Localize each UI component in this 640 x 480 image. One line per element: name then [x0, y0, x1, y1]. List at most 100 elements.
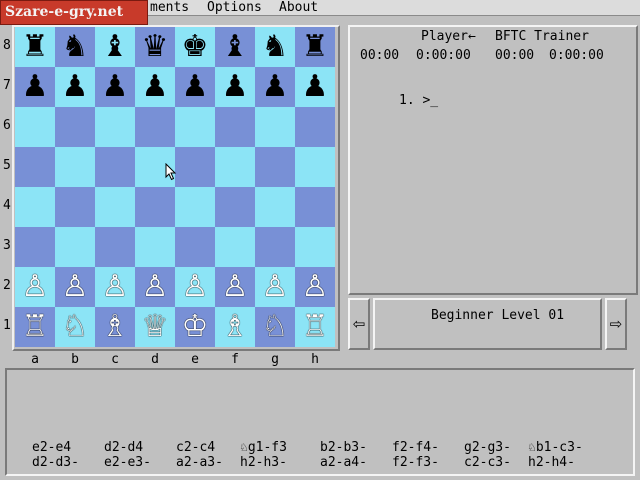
suggested-move[interactable]: e2-e4	[32, 440, 71, 455]
square-b8[interactable]: ♞	[55, 27, 95, 67]
square-c7[interactable]: ♟	[95, 67, 135, 107]
square-h6[interactable]	[295, 107, 335, 147]
square-g5[interactable]	[255, 147, 295, 187]
suggested-move[interactable]: ♘g1-f3	[240, 440, 287, 455]
square-e3[interactable]	[175, 227, 215, 267]
suggested-move[interactable]: ♘b1-c3-	[528, 440, 583, 455]
square-a3[interactable]	[15, 227, 55, 267]
square-a8[interactable]: ♜	[15, 27, 55, 67]
game-info-panel: Player← BFTC Trainer 00:00 0:00:00 00:00…	[348, 25, 638, 295]
square-f4[interactable]	[215, 187, 255, 227]
square-f8[interactable]: ♝	[215, 27, 255, 67]
suggested-move[interactable]: f2-f3-	[392, 455, 439, 470]
square-h1[interactable]: ♖	[295, 307, 335, 347]
opponent-label: BFTC Trainer	[495, 29, 589, 44]
next-level-button[interactable]: ⇨	[605, 298, 627, 350]
square-e7[interactable]: ♟	[175, 67, 215, 107]
square-g2[interactable]: ♙	[255, 267, 295, 307]
suggested-move[interactable]: a2-a3-	[176, 455, 223, 470]
square-f2[interactable]: ♙	[215, 267, 255, 307]
move-input-prompt[interactable]: 1. >_	[399, 93, 438, 108]
suggested-move[interactable]: a2-a4-	[320, 455, 367, 470]
square-f1[interactable]: ♗	[215, 307, 255, 347]
level-label: Beginner Level 01	[431, 308, 565, 323]
prev-level-button[interactable]: ⇦	[348, 298, 370, 350]
menu-about[interactable]: About	[279, 0, 318, 16]
suggested-move[interactable]: b2-b3-	[320, 440, 367, 455]
square-f5[interactable]	[215, 147, 255, 187]
square-h8[interactable]: ♜	[295, 27, 335, 67]
player-clock-a: 00:00	[360, 48, 400, 63]
square-b6[interactable]	[55, 107, 95, 147]
square-e6[interactable]	[175, 107, 215, 147]
square-f3[interactable]	[215, 227, 255, 267]
suggested-move[interactable]: c2-c4	[176, 440, 215, 455]
square-e2[interactable]: ♙	[175, 267, 215, 307]
suggested-move[interactable]: h2-h3-	[240, 455, 287, 470]
level-panel: Beginner Level 01	[373, 298, 602, 350]
square-a5[interactable]	[15, 147, 55, 187]
square-b4[interactable]	[55, 187, 95, 227]
square-b7[interactable]: ♟	[55, 67, 95, 107]
square-b3[interactable]	[55, 227, 95, 267]
square-g4[interactable]	[255, 187, 295, 227]
square-a2[interactable]: ♙	[15, 267, 55, 307]
suggested-move[interactable]: c2-c3-	[464, 455, 511, 470]
file-label: f	[231, 352, 239, 367]
square-a6[interactable]	[15, 107, 55, 147]
square-d6[interactable]	[135, 107, 175, 147]
square-b5[interactable]	[55, 147, 95, 187]
square-b2[interactable]: ♙	[55, 267, 95, 307]
menu-options[interactable]: Options	[207, 0, 262, 16]
square-h2[interactable]: ♙	[295, 267, 335, 307]
square-g7[interactable]: ♟	[255, 67, 295, 107]
suggested-move[interactable]: h2-h4-	[528, 455, 575, 470]
rank-label: 8	[3, 38, 11, 53]
file-label: g	[271, 352, 279, 367]
suggested-move[interactable]: d2-d4	[104, 440, 143, 455]
chess-board[interactable]: ♜ ♞ ♝ ♛ ♚ ♝ ♞ ♜ ♟ ♟ ♟ ♟ ♟ ♟ ♟ ♟ ♙ ♙ ♙ ♙ ♙ ♙ ♙ ♙ ♖ ♘ ♗ ♕ ♔ ♗ ♘ ♖	[15, 27, 337, 349]
rank-label: 4	[3, 198, 11, 213]
watermark-logo: Szare-e-gry.net	[0, 0, 148, 25]
square-c3[interactable]	[95, 227, 135, 267]
square-g3[interactable]	[255, 227, 295, 267]
square-c1[interactable]: ♗	[95, 307, 135, 347]
square-a4[interactable]	[15, 187, 55, 227]
square-c8[interactable]: ♝	[95, 27, 135, 67]
square-d7[interactable]: ♟	[135, 67, 175, 107]
square-h7[interactable]: ♟	[295, 67, 335, 107]
square-d1[interactable]: ♕	[135, 307, 175, 347]
square-g1[interactable]: ♘	[255, 307, 295, 347]
rank-label: 3	[3, 238, 11, 253]
square-e4[interactable]	[175, 187, 215, 227]
square-c5[interactable]	[95, 147, 135, 187]
rank-label: 7	[3, 78, 11, 93]
square-c6[interactable]	[95, 107, 135, 147]
suggested-move[interactable]: f2-f4-	[392, 440, 439, 455]
square-b1[interactable]: ♘	[55, 307, 95, 347]
file-label: c	[111, 352, 119, 367]
menu-moves[interactable]: ments	[150, 0, 189, 16]
square-d4[interactable]	[135, 187, 175, 227]
square-d8[interactable]: ♛	[135, 27, 175, 67]
square-e8[interactable]: ♚	[175, 27, 215, 67]
square-d2[interactable]: ♙	[135, 267, 175, 307]
square-h4[interactable]	[295, 187, 335, 227]
square-h3[interactable]	[295, 227, 335, 267]
square-g8[interactable]: ♞	[255, 27, 295, 67]
square-e1[interactable]: ♔	[175, 307, 215, 347]
square-d3[interactable]	[135, 227, 175, 267]
suggested-move[interactable]: e2-e3-	[104, 455, 151, 470]
square-c2[interactable]: ♙	[95, 267, 135, 307]
square-e5[interactable]	[175, 147, 215, 187]
square-f6[interactable]	[215, 107, 255, 147]
square-h5[interactable]	[295, 147, 335, 187]
square-f7[interactable]: ♟	[215, 67, 255, 107]
square-c4[interactable]	[95, 187, 135, 227]
square-a1[interactable]: ♖	[15, 307, 55, 347]
square-g6[interactable]	[255, 107, 295, 147]
suggested-move[interactable]: d2-d3-	[32, 455, 79, 470]
square-a7[interactable]: ♟	[15, 67, 55, 107]
file-label: d	[151, 352, 159, 367]
suggested-move[interactable]: g2-g3-	[464, 440, 511, 455]
